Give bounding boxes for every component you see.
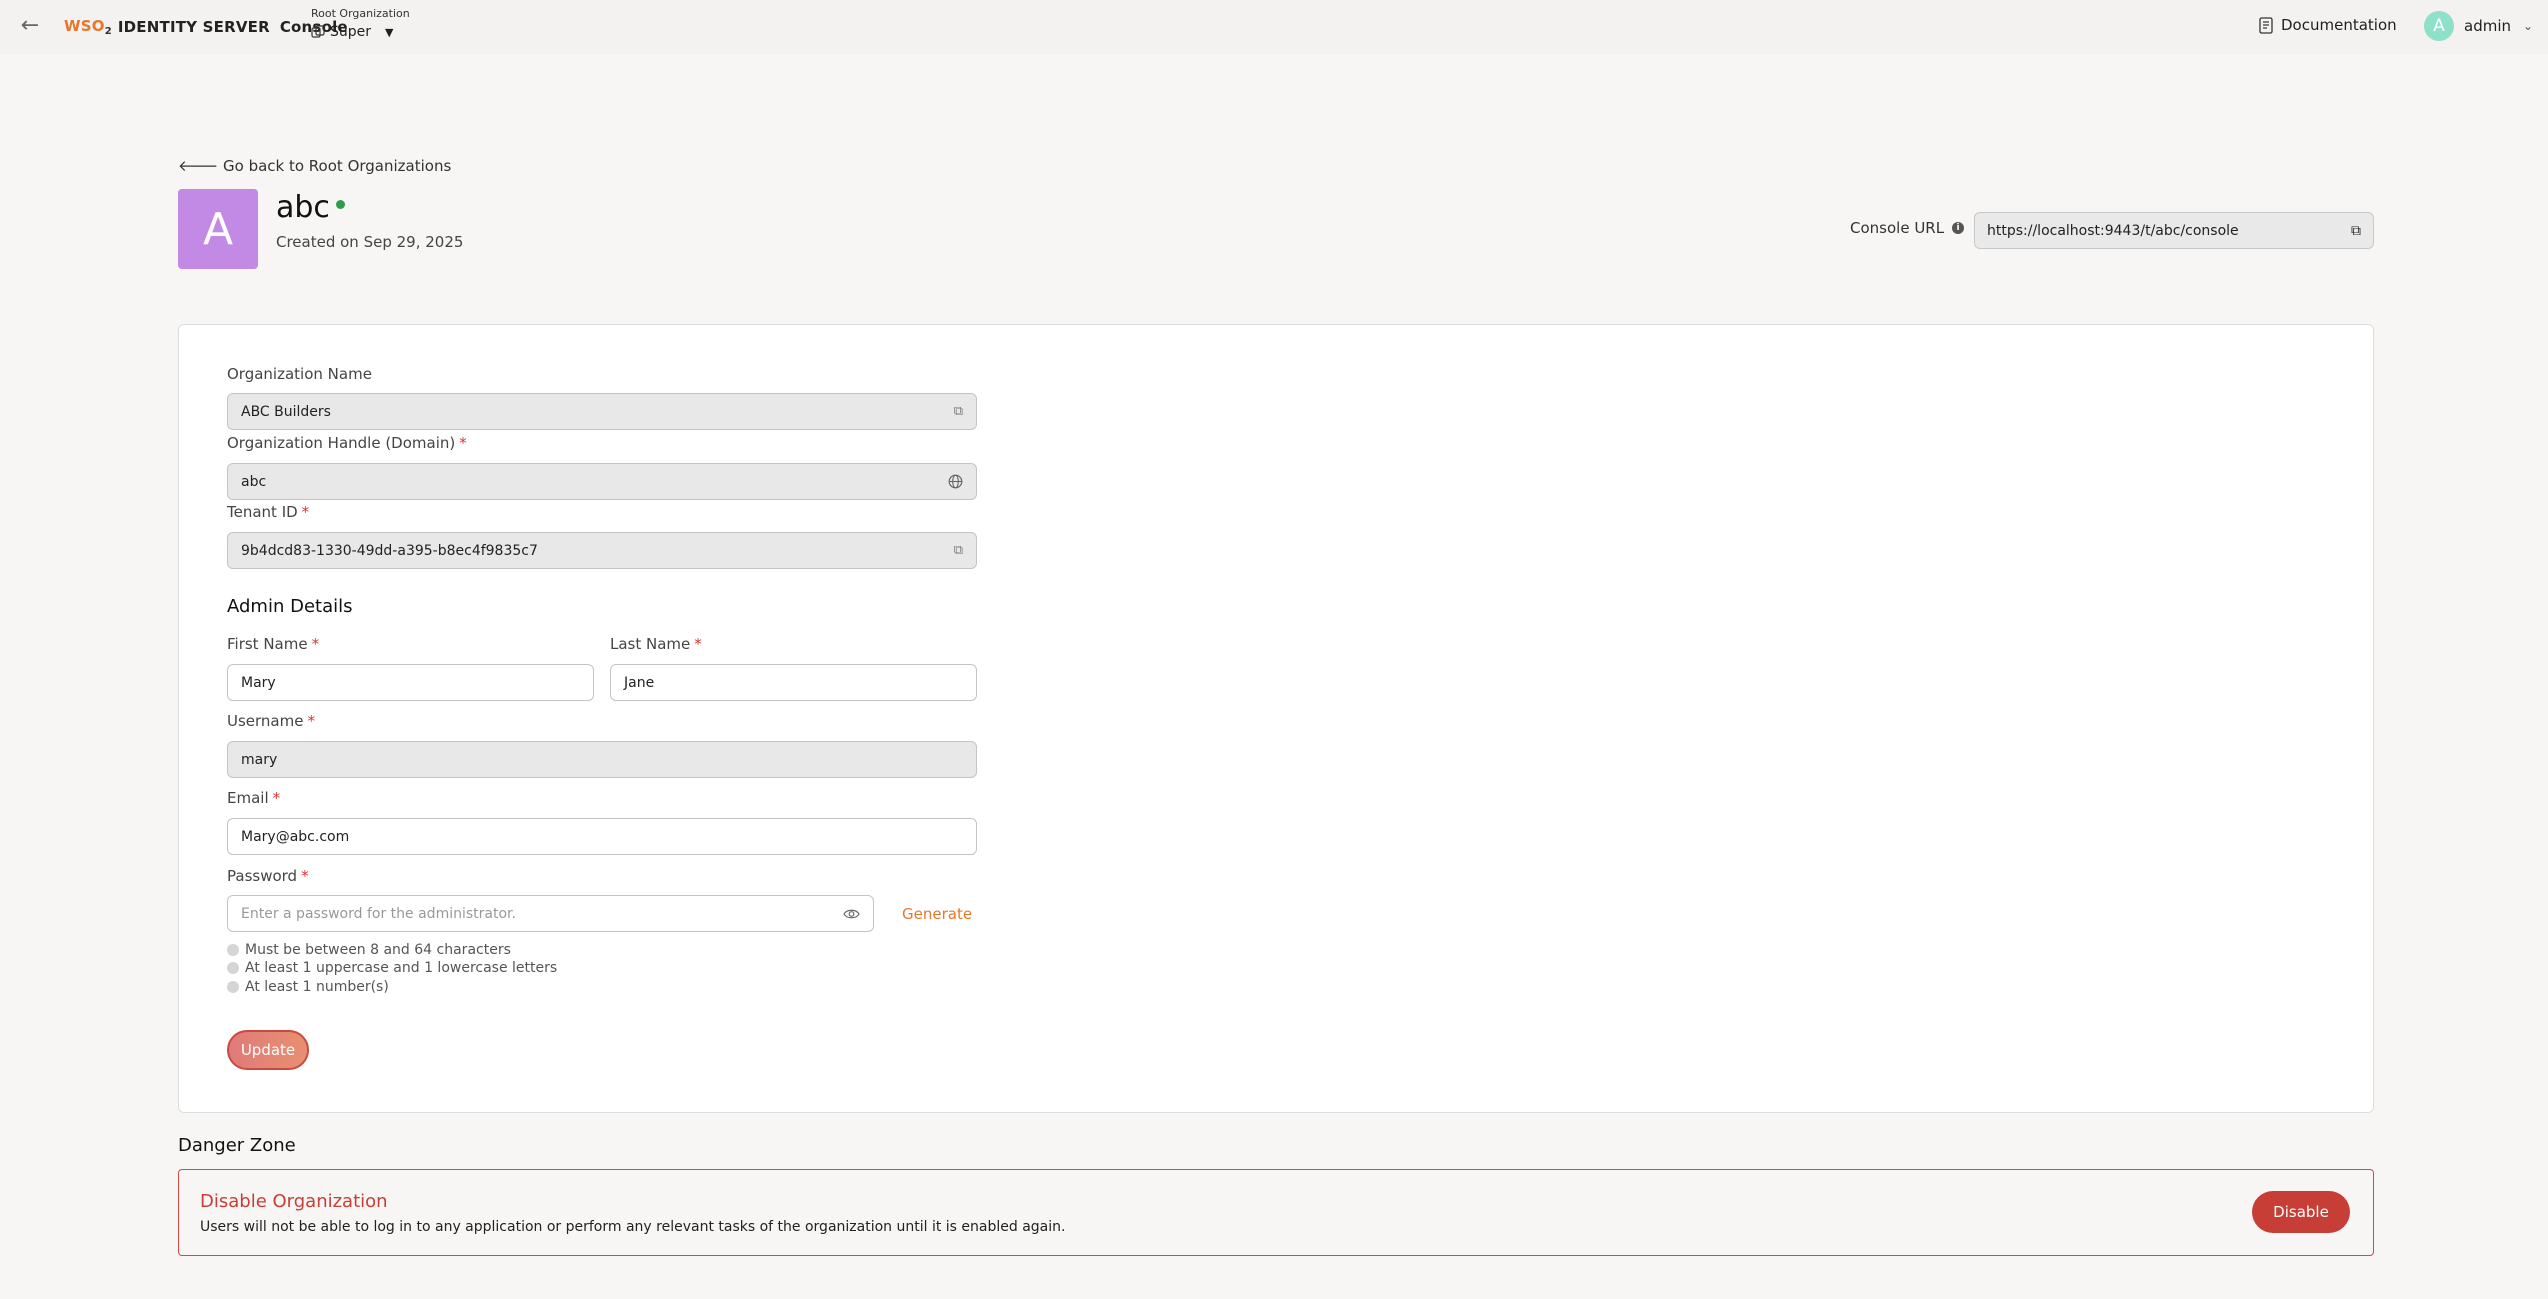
username-field[interactable]: mary bbox=[227, 741, 977, 778]
org-name-label: Organization Name bbox=[227, 365, 372, 383]
password-field[interactable]: Enter a password for the administrator. bbox=[227, 895, 874, 932]
tenant-id-label: Tenant ID * bbox=[227, 503, 310, 521]
user-name: admin bbox=[2464, 17, 2511, 35]
rule-status-icon bbox=[227, 962, 239, 974]
document-icon bbox=[2259, 16, 2273, 34]
arrow-left-icon: 🡐 bbox=[178, 157, 223, 175]
logo-wso: WSO2 bbox=[64, 17, 112, 37]
eye-icon[interactable] bbox=[843, 908, 860, 920]
org-switcher-value[interactable]: Super ▼ bbox=[311, 24, 410, 40]
back-arrow-icon[interactable]: ← bbox=[18, 14, 42, 38]
org-switcher-label: Root Organization bbox=[311, 7, 410, 20]
email-label: Email * bbox=[227, 789, 281, 807]
chevron-down-icon: ▼ bbox=[385, 25, 394, 39]
globe-icon bbox=[948, 474, 963, 489]
page-title: abc bbox=[276, 190, 345, 225]
password-rule-length: Must be between 8 and 64 characters bbox=[227, 942, 511, 958]
rule-status-icon bbox=[227, 981, 239, 993]
console-url-label: Console URL i bbox=[1850, 219, 1965, 237]
last-name-label: Last Name * bbox=[610, 635, 702, 653]
copy-icon[interactable]: ⧉ bbox=[2351, 223, 2361, 239]
org-handle-field[interactable]: abc bbox=[227, 463, 977, 500]
organization-avatar: A bbox=[178, 189, 258, 269]
rule-status-icon bbox=[227, 944, 239, 956]
user-menu[interactable]: A admin ⌄ bbox=[2424, 11, 2533, 41]
chevron-down-icon: ⌄ bbox=[2523, 19, 2534, 33]
copy-icon[interactable]: ⧉ bbox=[954, 404, 963, 419]
product-name: IDENTITY SERVER bbox=[117, 18, 270, 36]
disable-org-heading: Disable Organization bbox=[200, 1191, 388, 1212]
created-date: Created on Sep 29, 2025 bbox=[276, 233, 464, 251]
password-rule-case: At least 1 uppercase and 1 lowercase let… bbox=[227, 960, 557, 976]
avatar: A bbox=[2424, 11, 2454, 41]
generate-password-button[interactable]: Generate bbox=[902, 905, 972, 923]
disable-button[interactable]: Disable bbox=[2252, 1191, 2350, 1233]
password-label: Password * bbox=[227, 867, 309, 885]
tenant-id-field[interactable]: 9b4dcd83-1330-49dd-a395-b8ec4f9835c7 ⧉ bbox=[227, 532, 977, 569]
org-switcher[interactable]: Root Organization Super ▼ bbox=[311, 7, 410, 40]
danger-zone-title: Danger Zone bbox=[178, 1135, 296, 1156]
status-active-dot bbox=[335, 200, 345, 209]
admin-details-title: Admin Details bbox=[227, 596, 353, 617]
org-name-field[interactable]: ABC Builders ⧉ bbox=[227, 393, 977, 430]
product-logo[interactable]: WSO2 IDENTITY SERVER Console bbox=[64, 17, 348, 37]
organization-form-card: Organization Name ABC Builders ⧉ Organiza… bbox=[178, 324, 2374, 1113]
info-icon[interactable]: i bbox=[1952, 222, 1965, 234]
last-name-field[interactable]: Jane bbox=[610, 664, 977, 701]
first-name-field[interactable]: Mary bbox=[227, 664, 594, 701]
go-back-link[interactable]: 🡐 Go back to Root Organizations bbox=[178, 156, 451, 175]
update-button[interactable]: Update bbox=[227, 1030, 309, 1070]
disable-org-description: Users will not be able to log in to any … bbox=[200, 1219, 1066, 1235]
top-bar: ← WSO2 IDENTITY SERVER Console Root Orga… bbox=[0, 0, 2548, 54]
copy-icon[interactable]: ⧉ bbox=[954, 543, 963, 558]
danger-zone-card: Disable Organization Users will not be a… bbox=[178, 1169, 2374, 1256]
email-field[interactable]: Mary@abc.com bbox=[227, 818, 977, 855]
documentation-link[interactable]: Documentation bbox=[2259, 16, 2397, 34]
org-handle-label: Organization Handle (Domain) * bbox=[227, 434, 467, 452]
username-label: Username * bbox=[227, 712, 315, 730]
first-name-label: First Name * bbox=[227, 635, 320, 653]
password-rule-number: At least 1 number(s) bbox=[227, 979, 389, 995]
console-url-field[interactable]: https://localhost:9443/t/abc/console ⧉ bbox=[1974, 212, 2374, 249]
organization-icon bbox=[311, 25, 325, 38]
